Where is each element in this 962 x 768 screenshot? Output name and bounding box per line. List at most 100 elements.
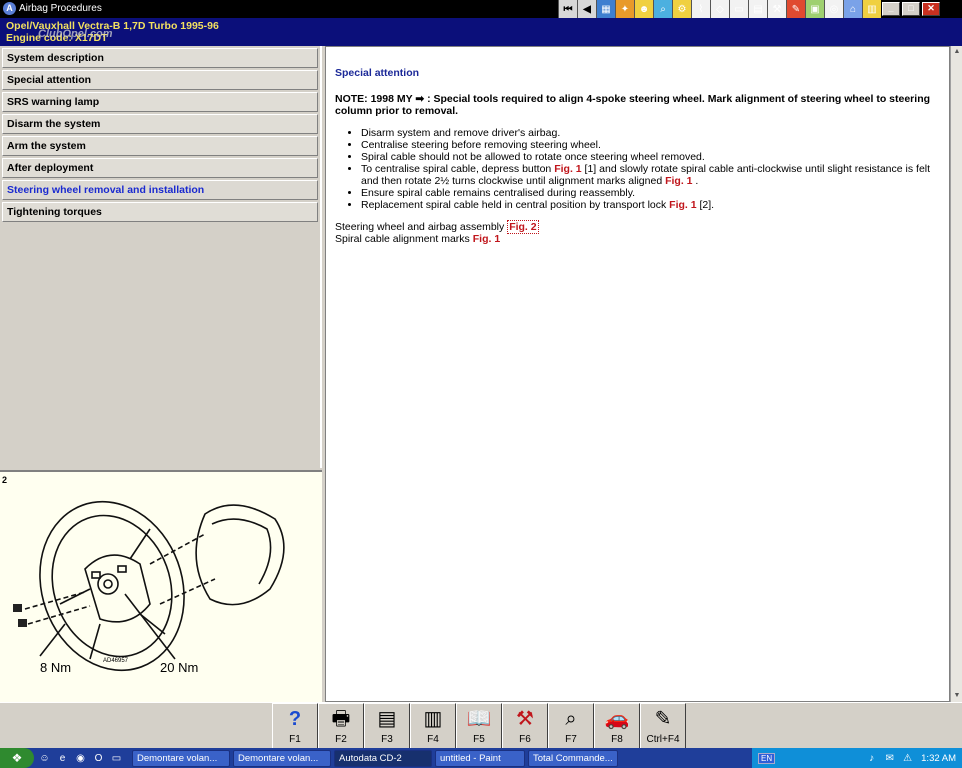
fig-link[interactable]: Fig. 1 — [473, 233, 500, 245]
close-button[interactable]: ✕ — [922, 2, 940, 16]
taskbar: ❖ ☺ e ◉ O ▭ Demontare volan... Demontare… — [0, 748, 962, 768]
fkey-label: F5 — [473, 734, 485, 745]
section-heading: Special attention — [335, 67, 420, 79]
minimize-button[interactable]: _ — [882, 2, 900, 16]
task-demontare-2[interactable]: Demontare volan... — [233, 749, 331, 767]
task-autodata[interactable]: Autodata CD-2 — [334, 749, 432, 767]
language-indicator[interactable]: EN — [758, 752, 776, 764]
f8-button[interactable]: 🚗 F8 — [594, 703, 640, 749]
torque-label-right: 20 Nm — [160, 660, 199, 675]
list-item: Ensure spiral cable remains centralised … — [361, 187, 940, 199]
nav-tightening-torques[interactable]: Tightening torques — [2, 202, 318, 222]
task-paint[interactable]: untitled - Paint — [435, 749, 525, 767]
wiring-icon[interactable]: ⌇ — [691, 0, 710, 18]
tray-icon[interactable]: ✉ — [882, 751, 897, 766]
f1-button[interactable]: ? F1 — [272, 703, 318, 749]
fig-link[interactable]: Fig. 1 — [554, 163, 581, 175]
title-bar: A Airbag Procedures ⏮ ◀ ▦ ✦ ☻ ⌕ ⚙ ⌇ ◇ ▭ … — [0, 0, 962, 18]
nav-steering-wheel-removal[interactable]: Steering wheel removal and installation — [2, 180, 318, 200]
fig-link[interactable]: Fig. 1 — [665, 175, 692, 187]
list-text: . — [692, 175, 699, 187]
list-item: Replacement spiral cable held in central… — [361, 199, 940, 211]
list-text: Replacement spiral cable held in central… — [361, 199, 670, 211]
fkey-label: Ctrl+F4 — [646, 734, 680, 745]
sheet2-icon[interactable]: ▥ — [862, 0, 881, 18]
vehicle-header: Opel/Vauxhall Vectra-B 1,7D Turbo 1995-9… — [0, 18, 962, 46]
task-demontare-1[interactable]: Demontare volan... — [132, 749, 230, 767]
pen-icon[interactable]: ✎ — [786, 0, 805, 18]
pages-icon: ▥ — [423, 708, 443, 730]
list-item: Spiral cable should not be allowed to ro… — [361, 151, 940, 163]
eraser-icon[interactable]: ◇ — [710, 0, 729, 18]
sheet-icon[interactable]: ▤ — [748, 0, 767, 18]
tools-icon: ⚒ — [516, 708, 534, 730]
home-icon[interactable]: ⌂ — [843, 0, 862, 18]
airbag-icon[interactable]: ◎ — [824, 0, 843, 18]
book-icon: 📖 — [466, 708, 492, 730]
list-item: Centralise steering before removing stee… — [361, 139, 940, 151]
fkey-label: F1 — [289, 734, 301, 745]
windows-logo-icon: ❖ — [11, 751, 23, 765]
help-icon: ? — [288, 708, 302, 730]
function-keys: ? F1 🖶 F2 ▤ F3 ▥ F4 📖 F5 ⚒ F6 ⌕ F7 🚗 F8 ✎ Ctrl+F4 — [272, 703, 686, 749]
figure-code: AD46957 — [103, 658, 129, 664]
fkey-label: F2 — [335, 734, 347, 745]
gear-icon[interactable]: ⚙ — [672, 0, 691, 18]
nav-disarm-system[interactable]: Disarm the system — [2, 114, 318, 134]
nav-arm-system[interactable]: Arm the system — [2, 136, 318, 156]
fkey-label: F8 — [611, 734, 623, 745]
fkey-label: F6 — [519, 734, 531, 745]
sidebar: System description Special attention SRS… — [0, 46, 322, 468]
figure-panel[interactable]: 2 8 Nm 20 Nm AD46957 — [0, 470, 322, 702]
maximize-button[interactable]: □ — [902, 2, 920, 16]
print-icon: 🖶 — [331, 708, 351, 730]
vertical-scrollbar[interactable]: ▲ ▼ — [950, 46, 962, 702]
opera-icon[interactable]: O — [91, 751, 106, 766]
first-icon[interactable]: ⏮ — [558, 0, 577, 18]
map-icon[interactable]: ▦ — [596, 0, 615, 18]
tools-icon[interactable]: ✦ — [615, 0, 634, 18]
tray-icon[interactable]: ♪ — [864, 751, 879, 766]
search-icon[interactable]: ⌕ — [653, 0, 672, 18]
browser-icon[interactable]: e — [55, 751, 70, 766]
scroll-up-icon[interactable]: ▲ — [952, 47, 962, 57]
fkey-label: F7 — [565, 734, 577, 745]
system-tray: EN ♪ ✉ ⚠ 1:32 AM — [752, 748, 962, 768]
f7-button[interactable]: ⌕ F7 — [548, 703, 594, 749]
nav-system-description[interactable]: System description — [2, 48, 318, 68]
list-item: To centralise spiral cable, depress butt… — [361, 163, 940, 187]
scroll-down-icon[interactable]: ▼ — [952, 691, 962, 701]
clock: 1:32 AM — [921, 752, 956, 764]
nav-srs-warning-lamp[interactable]: SRS warning lamp — [2, 92, 318, 112]
tools2-icon[interactable]: ⚒ — [767, 0, 786, 18]
quicklaunch-icon[interactable]: ☺ — [37, 751, 52, 766]
list-text: To centralise spiral cable, depress butt… — [361, 163, 555, 175]
folder-icon[interactable]: ▭ — [109, 751, 124, 766]
f3-button[interactable]: ▤ F3 — [364, 703, 410, 749]
copy-icon: ▤ — [377, 708, 397, 730]
nav-special-attention[interactable]: Special attention — [2, 70, 318, 90]
task-total-commander[interactable]: Total Commande... — [528, 749, 618, 767]
ctrl-f4-button[interactable]: ✎ Ctrl+F4 — [640, 703, 686, 749]
nav-after-deployment[interactable]: After deployment — [2, 158, 318, 178]
f2-button[interactable]: 🖶 F2 — [318, 703, 364, 749]
f5-button[interactable]: 📖 F5 — [456, 703, 502, 749]
fig-link-text: Spiral cable alignment marks — [335, 233, 473, 245]
f6-button[interactable]: ⚒ F6 — [502, 703, 548, 749]
fkey-label: F4 — [427, 734, 439, 745]
media-icon[interactable]: ◉ — [73, 751, 88, 766]
fig-link[interactable]: Fig. 1 — [669, 199, 696, 211]
content-panel: Special attention NOTE: 1998 MY ➡ : Spec… — [325, 46, 950, 702]
info-icon[interactable]: ☻ — [634, 0, 653, 18]
f4-button[interactable]: ▥ F4 — [410, 703, 456, 749]
car-icon: 🚗 — [604, 708, 630, 730]
start-button[interactable]: ❖ — [0, 748, 34, 768]
list-item: Disarm system and remove driver's airbag… — [361, 127, 940, 139]
prev-icon[interactable]: ◀ — [577, 0, 596, 18]
fkey-label: F3 — [381, 734, 393, 745]
doc-icon[interactable]: ▭ — [729, 0, 748, 18]
fig-link[interactable]: Fig. 2 — [507, 220, 539, 234]
torque-label-left: 8 Nm — [40, 660, 72, 675]
car-icon[interactable]: ▣ — [805, 0, 824, 18]
tray-icon[interactable]: ⚠ — [900, 751, 915, 766]
